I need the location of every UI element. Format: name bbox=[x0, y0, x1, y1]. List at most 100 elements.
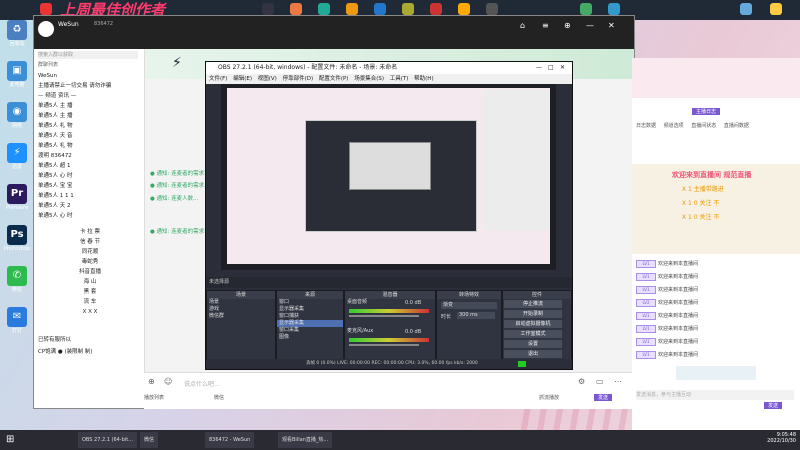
close-icon[interactable]: ✕ bbox=[560, 62, 565, 74]
group-item[interactable]: 抖音直播 bbox=[38, 267, 142, 277]
group-item[interactable]: 单通5人 礼 物 bbox=[38, 141, 142, 151]
desktop-icon[interactable]: Ps Photoshop bbox=[2, 225, 32, 252]
settings-button[interactable]: 设置 bbox=[504, 340, 562, 348]
group-item[interactable]: 流 车 bbox=[38, 297, 142, 307]
wechat-label[interactable]: 微信 bbox=[214, 394, 224, 401]
desktop-icon[interactable]: ◉ 网络 bbox=[2, 102, 32, 129]
group-item[interactable]: 单通5人 天 音 bbox=[38, 131, 142, 141]
source-item[interactable]: 显示器采集 bbox=[277, 320, 343, 327]
desktop-icon[interactable]: ✆ 微信 bbox=[2, 266, 32, 293]
app-icon[interactable] bbox=[374, 3, 386, 15]
group-item[interactable]: 单通5人 超 1 bbox=[38, 161, 142, 171]
group-item[interactable]: 主播请禁止一切交易 请勿诈骗 bbox=[38, 81, 142, 91]
start-recording-button[interactable]: 开始录制 bbox=[504, 310, 562, 318]
source-item[interactable]: 窗口捕获 bbox=[277, 313, 343, 320]
menu-item[interactable]: 视图(V) bbox=[258, 76, 277, 82]
image-icon[interactable]: ▭ bbox=[596, 377, 604, 386]
app-icon[interactable] bbox=[318, 3, 330, 15]
menu-icon[interactable]: ≡ bbox=[542, 21, 549, 30]
desktop-icon[interactable]: ✉ 钉钉 bbox=[2, 307, 32, 334]
list-item[interactable]: 已转有服所以 bbox=[38, 335, 142, 345]
source-item[interactable]: 显示器采集 bbox=[277, 306, 343, 313]
avatar[interactable] bbox=[38, 21, 54, 37]
app-icon[interactable] bbox=[740, 3, 752, 15]
taskbar-item[interactable]: 836472 - WeSun bbox=[205, 432, 255, 448]
taskbar-item[interactable]: 观看Billan直播_热... bbox=[278, 432, 333, 448]
group-item[interactable]: 单通5人 心 时 bbox=[38, 171, 142, 181]
app-icon[interactable] bbox=[346, 3, 358, 15]
taskbar-item[interactable]: OBS 27.2.1 (64-bit... bbox=[78, 432, 137, 448]
studio-mode-button[interactable]: 工作室模式 bbox=[504, 330, 562, 338]
send-button[interactable]: 发送 bbox=[764, 402, 783, 409]
menu-item[interactable]: 编辑(E) bbox=[233, 76, 252, 82]
start-icon[interactable]: ⊞ bbox=[6, 434, 14, 445]
menu-item[interactable]: 工具(T) bbox=[390, 76, 409, 82]
send-button[interactable]: 发送 bbox=[594, 394, 613, 401]
settings-icon[interactable]: ⚙ bbox=[578, 377, 585, 386]
message-input[interactable]: 说点什么吧... bbox=[184, 379, 220, 388]
duration-input[interactable]: 300 ms bbox=[457, 312, 495, 319]
desktop-icon[interactable]: Pr Premiere bbox=[2, 184, 32, 211]
group-item[interactable]: X X X bbox=[38, 307, 142, 317]
taskbar-item[interactable]: 微信 bbox=[140, 432, 159, 448]
scene-item[interactable]: 游戏 bbox=[207, 306, 275, 313]
list-item[interactable]: CP饱满 ● (装限制 制) bbox=[38, 347, 142, 357]
group-item[interactable]: 黑 套 bbox=[38, 287, 142, 297]
menu-item[interactable]: 停靠部件(D) bbox=[283, 76, 314, 82]
app-icon[interactable] bbox=[486, 3, 498, 15]
group-item[interactable]: 海 山 bbox=[38, 277, 142, 287]
search-input[interactable]: 搜索入群以获取 bbox=[38, 51, 138, 59]
group-item[interactable]: WeSun bbox=[38, 71, 142, 81]
group-item[interactable]: 单通5人 天 2 bbox=[38, 201, 142, 211]
group-item[interactable]: — 频道 资讯 — bbox=[38, 91, 142, 101]
virtual-camera-button[interactable]: 启动虚拟摄像机 bbox=[504, 320, 562, 328]
gift-widget[interactable] bbox=[676, 366, 756, 380]
menu-item[interactable]: 配置文件(P) bbox=[319, 76, 349, 82]
source-item[interactable]: 图像 bbox=[277, 334, 343, 341]
minimize-icon[interactable]: — bbox=[536, 62, 542, 74]
menu-item[interactable]: 帮助(H) bbox=[414, 76, 433, 82]
group-item[interactable]: 单通5人 主 播 bbox=[38, 101, 142, 111]
app-icon[interactable] bbox=[402, 3, 414, 15]
group-item[interactable]: 单通5人 礼 物 bbox=[38, 121, 142, 131]
scene-item[interactable]: 微信群 bbox=[207, 313, 275, 320]
more-icon[interactable]: ⋯ bbox=[614, 377, 622, 386]
close-icon[interactable]: ✕ bbox=[608, 21, 615, 30]
group-item[interactable]: 卡 拉 票 bbox=[38, 227, 142, 237]
desktop-icon[interactable]: ⚡ 迅雷 bbox=[2, 143, 32, 170]
group-item[interactable]: 毒蛇秀 bbox=[38, 257, 142, 267]
tab[interactable]: 直播间数据 bbox=[724, 123, 749, 129]
emoji-icon[interactable]: ☺ bbox=[164, 377, 172, 386]
volume-slider[interactable] bbox=[349, 344, 419, 346]
live-label[interactable]: 主播日志 bbox=[692, 108, 721, 115]
stop-streaming-button[interactable]: 停止推流 bbox=[504, 300, 562, 308]
transition-select[interactable]: 渐变 bbox=[441, 302, 497, 309]
maximize-icon[interactable]: □ bbox=[548, 62, 554, 74]
group-item[interactable]: 单通5人 宝 宝 bbox=[38, 181, 142, 191]
source-item[interactable]: 窗口 bbox=[277, 299, 343, 306]
gamepad-icon[interactable]: ⊕ bbox=[148, 377, 155, 386]
group-item[interactable]: 渡明 836472 bbox=[38, 151, 142, 161]
exit-button[interactable]: 退出 bbox=[504, 350, 562, 358]
minimize-icon[interactable]: — bbox=[586, 21, 594, 30]
playlist-label[interactable]: 播放列表 bbox=[144, 394, 164, 401]
chrome-icon[interactable] bbox=[40, 3, 52, 15]
desktop-icon[interactable]: ▣ 此电脑 bbox=[2, 61, 32, 88]
group-item[interactable]: 单通5人 1 1 1 bbox=[38, 191, 142, 201]
desktop-icon[interactable]: ♻ 回收站 bbox=[2, 20, 32, 47]
menu-item[interactable]: 场景集合(S) bbox=[354, 76, 384, 82]
group-item[interactable]: 同花顺 bbox=[38, 247, 142, 257]
tab[interactable]: 频道选项 bbox=[664, 123, 684, 129]
app-icon[interactable] bbox=[262, 3, 274, 15]
app-icon[interactable] bbox=[458, 3, 470, 15]
home-icon[interactable]: ⌂ bbox=[520, 21, 525, 30]
message-input[interactable]: 发送消息，参与主播互动 bbox=[636, 390, 794, 400]
volume-slider[interactable] bbox=[349, 315, 419, 317]
obs-preview[interactable] bbox=[221, 84, 556, 270]
app-icon[interactable] bbox=[580, 3, 592, 15]
group-item[interactable]: 信 春 节 bbox=[38, 237, 142, 247]
app-icon[interactable] bbox=[430, 3, 442, 15]
tab[interactable]: 日志数据 bbox=[636, 123, 656, 129]
scene-item[interactable]: 场景 bbox=[207, 299, 275, 306]
app-icon[interactable] bbox=[770, 3, 782, 15]
